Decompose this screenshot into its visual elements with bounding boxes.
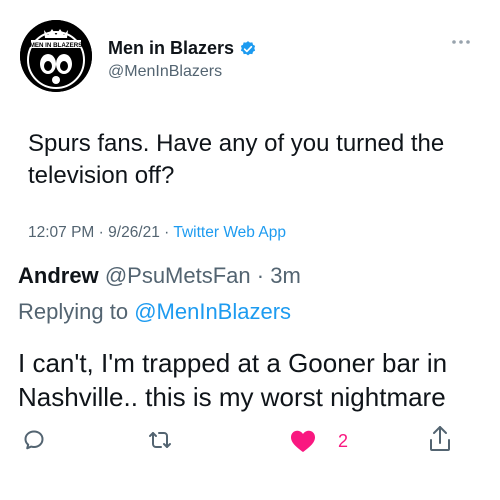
men-in-blazers-logo: MEN IN BLAZERS (20, 20, 92, 92)
logo-text: MEN IN BLAZERS (30, 42, 83, 49)
tweet-date[interactable]: 9/26/21 (108, 224, 160, 241)
heart-icon[interactable] (289, 428, 317, 454)
meta-separator: · (98, 224, 109, 241)
like-count: 2 (338, 431, 349, 451)
verified-badge-icon (239, 40, 257, 58)
retweet-icon[interactable] (147, 428, 173, 452)
share-icon[interactable] (428, 425, 452, 453)
tweet-time[interactable]: 12:07 PM (28, 224, 94, 241)
reply-author-name[interactable]: Andrew (18, 263, 99, 288)
replying-to-label: Replying to (18, 299, 129, 324)
reply-icon[interactable] (22, 428, 46, 452)
tweet-meta: 12:07 PM · 9/26/21 · Twitter Web App (28, 224, 286, 242)
avatar[interactable]: MEN IN BLAZERS (20, 20, 92, 92)
reply-author-handle[interactable]: @PsuMetsFan · 3m (105, 263, 301, 288)
reply-age: 3m (270, 263, 301, 288)
author-name-row[interactable]: Men in Blazers (108, 38, 257, 59)
tweet-text: Spurs fans. Have any of you turned the t… (28, 130, 445, 189)
more-icon[interactable] (450, 36, 472, 48)
author-display-name[interactable]: Men in Blazers (108, 38, 234, 59)
tweet-source[interactable]: Twitter Web App (173, 224, 286, 241)
replying-to-mention[interactable]: @MenInBlazers (134, 299, 291, 324)
reply-text: I can't, I'm trapped at a Gooner bar in … (18, 348, 448, 412)
meta-separator: · (164, 224, 174, 241)
reply-header: Andrew @PsuMetsFan · 3m (18, 263, 301, 289)
replying-to: Replying to @MenInBlazers (18, 299, 291, 325)
author-handle[interactable]: @MenInBlazers (108, 63, 222, 81)
